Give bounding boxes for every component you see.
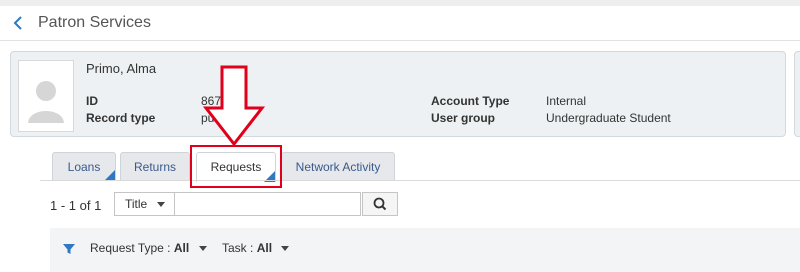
tab-label: Loans bbox=[67, 160, 101, 174]
account-type-value: Internal bbox=[546, 94, 587, 108]
task-filter[interactable]: Task : All bbox=[222, 241, 290, 255]
record-type-label: Record type bbox=[86, 111, 156, 125]
tab-label: Network Activity bbox=[295, 160, 381, 174]
chevron-left-icon[interactable] bbox=[10, 14, 26, 32]
search-icon bbox=[373, 197, 387, 211]
page-header: Patron Services bbox=[0, 6, 800, 41]
account-type-label: Account Type bbox=[431, 94, 510, 108]
user-silhouette-icon bbox=[28, 81, 64, 123]
page-title: Patron Services bbox=[38, 14, 151, 31]
tab-loans[interactable]: Loans bbox=[52, 152, 116, 181]
filter-icon[interactable] bbox=[62, 242, 76, 256]
search-field-select[interactable]: Title bbox=[114, 192, 175, 216]
patron-name: Primo, Alma bbox=[86, 61, 157, 76]
task-label: Task : bbox=[222, 241, 254, 255]
task-value: All bbox=[256, 241, 273, 255]
user-group-label: User group bbox=[431, 111, 496, 125]
chevron-down-icon bbox=[156, 202, 165, 208]
id-label: ID bbox=[86, 94, 98, 108]
chevron-down-icon bbox=[198, 246, 207, 252]
request-type-value: All bbox=[173, 241, 190, 255]
request-type-label: Request Type : bbox=[90, 241, 171, 255]
search-button[interactable] bbox=[362, 192, 398, 216]
filter-bar: Request Type : All Task : All bbox=[50, 228, 800, 272]
tab-label: Returns bbox=[133, 160, 177, 174]
request-type-filter[interactable]: Request Type : All bbox=[90, 241, 207, 255]
result-count: 1 - 1 of 1 bbox=[50, 198, 102, 213]
avatar bbox=[18, 60, 74, 132]
search-field-value: Title bbox=[125, 197, 148, 211]
annotation-arrow-icon bbox=[202, 65, 266, 147]
next-card-edge bbox=[794, 51, 800, 137]
chevron-down-icon bbox=[281, 246, 290, 252]
patron-card: Primo, Alma ID 8675309 Record type publi… bbox=[10, 51, 786, 137]
tab-network-activity[interactable]: Network Activity bbox=[281, 152, 395, 181]
user-group-value: Undergraduate Student bbox=[546, 111, 671, 125]
annotation-highlight-box bbox=[190, 145, 282, 188]
tab-returns[interactable]: Returns bbox=[120, 152, 190, 181]
search-input[interactable] bbox=[175, 192, 361, 216]
tabs-divider bbox=[40, 180, 800, 181]
